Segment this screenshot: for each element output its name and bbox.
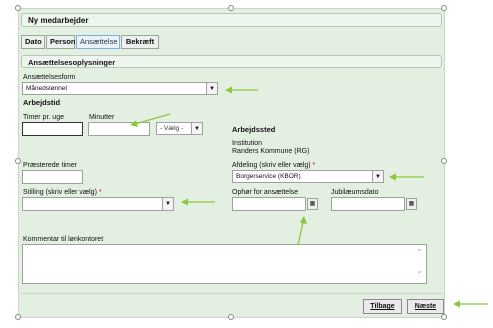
arrow-stilling xyxy=(181,198,215,206)
arrow-naeste xyxy=(453,300,488,308)
arrow-minutter xyxy=(130,113,171,127)
annotation-arrows xyxy=(130,86,488,308)
arrow-ophoer xyxy=(297,216,307,246)
arrow-ansaettelsesform xyxy=(225,86,258,94)
arrow-afdeling xyxy=(389,173,424,181)
